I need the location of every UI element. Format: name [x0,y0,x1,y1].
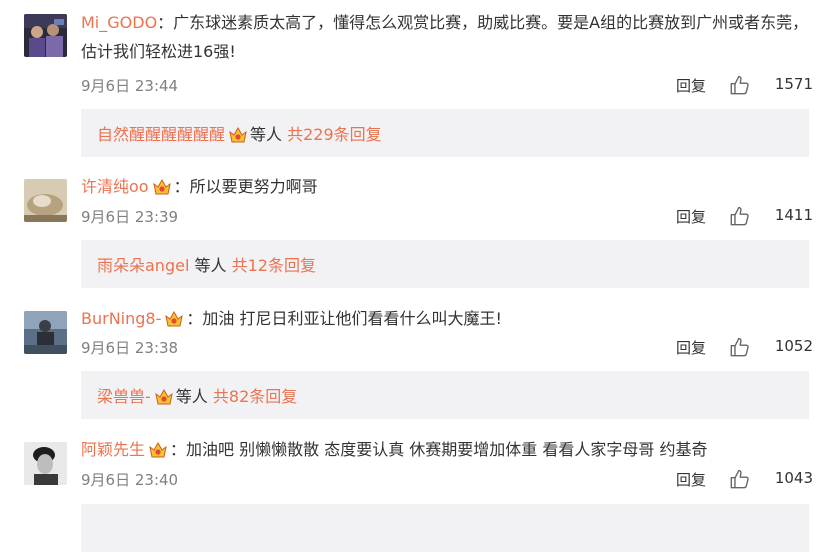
like-button[interactable]: 1052 [729,335,813,359]
reply-button[interactable]: 回复 [676,337,706,358]
sub-replies-box [81,504,809,552]
sub-replies-box: 雨朵朵angel 等人 共12条回复 [81,240,809,288]
like-count: 1571 [774,75,813,93]
like-button[interactable]: 1571 [729,73,813,97]
crown-badge-icon [155,388,173,405]
comment-time: 9月6日 23:39 [81,208,179,226]
reply-button[interactable]: 回复 [676,469,706,490]
comment-username[interactable]: 阿颖先生 [81,440,145,459]
like-count: 1052 [774,337,813,355]
comment-text-line: 许清纯oo ：所以要更努力啊哥 [81,172,813,201]
like-count: 1411 [774,206,813,224]
like-button[interactable]: 1043 [729,467,813,491]
comment-meta: 9月6日 23:39 回复 1411 [81,204,813,228]
avatar[interactable] [24,14,67,57]
sub-replies-box: 梁兽兽- 等人 共82条回复 [81,371,809,419]
comment-text-line: Mi_GODO：广东球迷素质太高了，懂得怎么观赏比赛，助威比赛。要是A组的比赛放… [81,8,813,66]
comment-text: 广东球迷素质太高了，懂得怎么观赏比赛，助威比赛。要是A组的比赛放到广州或者东莞，… [81,13,809,61]
comment-meta: 9月6日 23:40 回复 1043 [81,467,813,491]
crown-badge-icon [152,178,171,195]
view-replies-link[interactable]: 共12条回复 [232,256,316,275]
sub-replies-box: 自然醒醒醒醒醒醒 等人 共229条回复 [81,109,809,157]
sub-reply-middle: 等人 [175,387,208,406]
comment-time: 9月6日 23:40 [81,471,179,489]
separator: ： [173,177,190,196]
sub-reply-middle: 等人 [250,125,283,144]
separator: ： [157,13,174,32]
comment-text: 加油 打尼日利亚让他们看看什么叫大魔王! [202,309,502,328]
thumbs-up-icon [730,469,749,489]
crown-badge-icon [165,310,184,327]
like-count: 1043 [774,469,813,487]
avatar[interactable] [24,311,67,354]
crown-badge-icon [229,126,247,143]
sub-reply-username[interactable]: 梁兽兽- [97,387,151,406]
comment-time: 9月6日 23:44 [81,77,179,95]
sub-reply-middle: 等人 [194,256,227,275]
comment-text-line: 阿颖先生 ：加油吧 别懒懒散散 态度要认真 休赛期要增加体重 看看人家字母哥 约基… [81,435,813,464]
comment-username[interactable]: 许清纯oo [81,177,149,196]
comment-text: 所以要更努力啊哥 [189,177,318,196]
comment-username[interactable]: Mi_GODO [81,13,157,32]
reply-button[interactable]: 回复 [676,206,706,227]
crown-badge-icon [149,441,167,458]
avatar[interactable] [24,442,67,485]
view-replies-link[interactable]: 共229条回复 [287,125,382,144]
separator: ： [186,309,203,328]
comment-username[interactable]: BurNing8- [81,309,161,328]
comment-text-line: BurNing8- ：加油 打尼日利亚让他们看看什么叫大魔王! [81,304,813,333]
comment-meta: 9月6日 23:44 回复 1571 [81,73,813,97]
separator: ： [170,440,187,459]
like-button[interactable]: 1411 [729,204,813,228]
thumbs-up-icon [730,206,749,226]
comment-time: 9月6日 23:38 [81,339,179,357]
reply-button[interactable]: 回复 [676,75,706,96]
thumbs-up-icon [730,75,749,95]
comment-text: 加油吧 别懒懒散散 态度要认真 休赛期要增加体重 看看人家字母哥 约基奇 [186,440,708,459]
view-replies-link[interactable]: 共82条回复 [213,387,297,406]
avatar[interactable] [24,179,67,222]
sub-reply-username[interactable]: 自然醒醒醒醒醒醒 [97,125,225,144]
comment-meta: 9月6日 23:38 回复 1052 [81,335,813,359]
sub-reply-username[interactable]: 雨朵朵angel [97,256,189,275]
thumbs-up-icon [730,337,749,357]
